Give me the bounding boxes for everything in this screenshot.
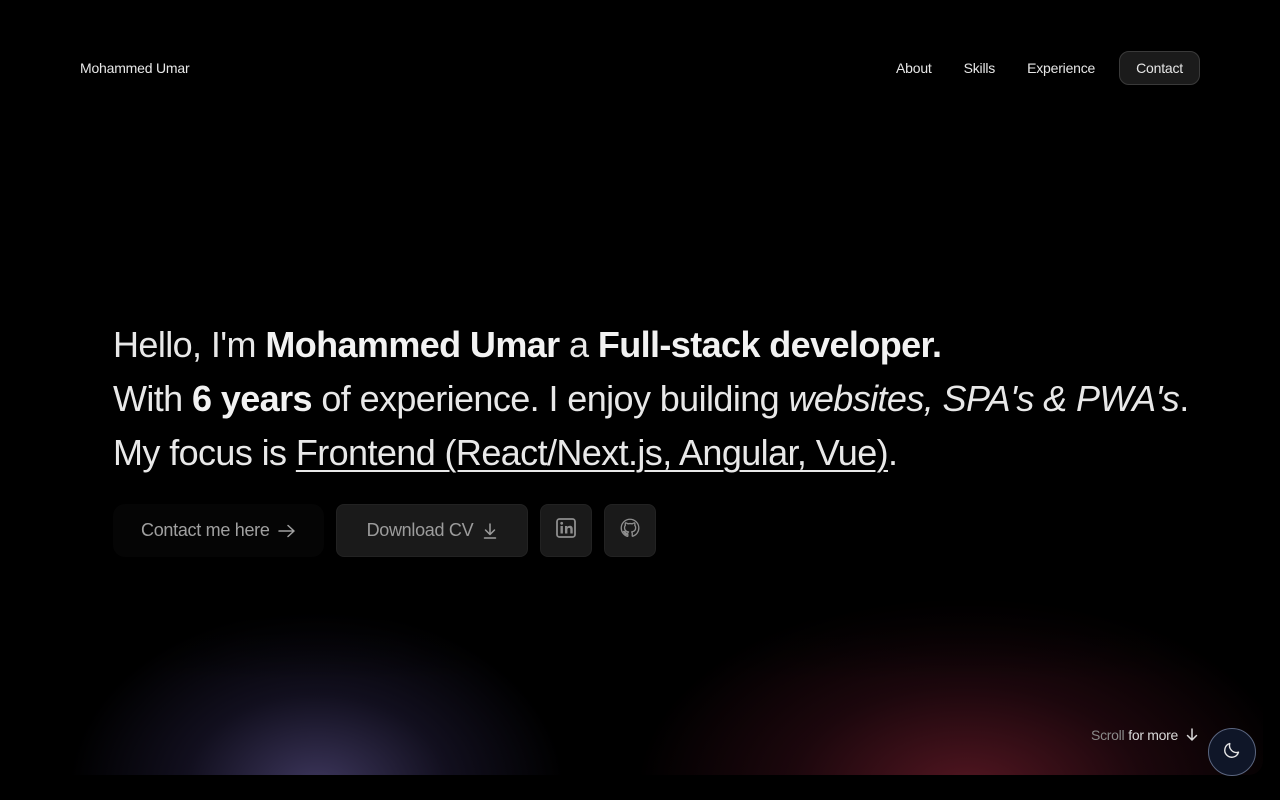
brand-name[interactable]: Mohammed Umar [80,60,190,76]
theme-toggle-button[interactable] [1208,728,1256,776]
hero-things: websites, SPA's & PWA's [788,378,1180,419]
github-icon [620,518,640,543]
hero-years: 6 years [192,378,313,419]
nav-skills[interactable]: Skills [948,51,1011,85]
linkedin-button[interactable] [540,504,593,557]
hero-focus-link[interactable]: Frontend (React/Next.js, Angular, Vue) [296,432,889,473]
arrow-right-icon [277,524,296,538]
contact-me-label: Contact me here [141,520,270,540]
scroll-hint[interactable]: Scroll for more [1091,727,1198,743]
hero-text: . [888,432,898,473]
hero-text: My focus is [113,432,296,473]
download-icon [483,522,497,539]
hero-name: Mohammed Umar [265,324,560,365]
hero-line-3: My focus is Frontend (React/Next.js, Ang… [113,426,1213,480]
nav-experience[interactable]: Experience [1011,51,1111,85]
hero-text: a [559,324,598,365]
background-glow [17,560,1263,775]
hero-text: . [1179,378,1189,419]
main-nav: About Skills Experience Contact [880,51,1200,85]
download-cv-label: Download CV [366,520,474,540]
scroll-hint-strong: for more [1128,727,1178,743]
contact-me-button[interactable]: Contact me here [113,504,324,557]
hero-intro: Hello, I'm Mohammed Umar a Full-stack de… [113,318,1213,480]
arrow-down-icon [1186,728,1198,742]
hero-role: Full-stack developer. [597,324,942,365]
nav-about[interactable]: About [880,51,948,85]
hero-line-1: Hello, I'm Mohammed Umar a Full-stack de… [113,318,1213,372]
page: Mohammed Umar About Skills Experience Co… [0,0,1280,800]
hero-text: of experience. I enjoy building [311,378,789,419]
download-cv-button[interactable]: Download CV [335,504,529,557]
linkedin-icon [556,518,577,543]
nav-contact-button[interactable]: Contact [1119,51,1200,85]
hero-line-2: With 6 years of experience. I enjoy buil… [113,372,1213,426]
hero-text: With [113,378,193,419]
scroll-hint-muted: Scroll [1091,727,1125,743]
hero-text: Hello, I'm [113,324,266,365]
github-button[interactable] [604,504,657,557]
hero-actions: Contact me here Download CV [113,504,657,557]
moon-icon [1223,741,1241,764]
